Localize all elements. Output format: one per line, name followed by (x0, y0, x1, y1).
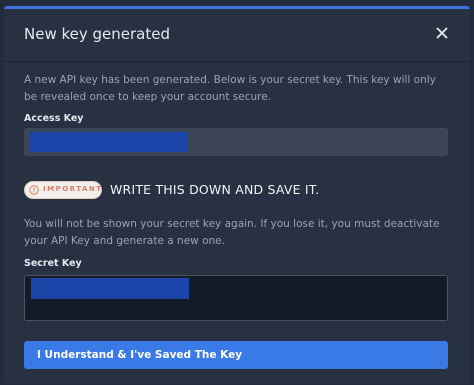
dialog-description: A new API key has been generated. Below … (24, 74, 436, 103)
access-key-redaction (30, 132, 188, 152)
dialog-header: New key generated (4, 9, 470, 62)
secret-key-field[interactable] (24, 275, 448, 321)
dialog-description-container: A new API key has been generated. Below … (24, 72, 448, 106)
new-key-dialog: New key generated A new API key has been… (4, 6, 470, 384)
important-badge: IMPORTANT (24, 181, 102, 199)
secret-key-label: Secret Key (24, 258, 82, 269)
important-row: IMPORTANT WRITE THIS DOWN AND SAVE IT. (24, 181, 454, 201)
important-message: WRITE THIS DOWN AND SAVE IT. (110, 182, 320, 197)
secret-key-warning: You will not be shown your secret key ag… (24, 218, 440, 247)
access-key-field[interactable] (24, 128, 448, 156)
confirm-saved-key-button[interactable]: I Understand & I've Saved The Key (24, 341, 448, 369)
info-circle-icon (29, 185, 39, 195)
dialog-title: New key generated (24, 25, 170, 43)
secret-key-redaction (31, 278, 189, 299)
close-icon[interactable] (432, 23, 452, 43)
important-badge-label: IMPORTANT (43, 185, 103, 193)
access-key-label: Access Key (24, 113, 84, 124)
